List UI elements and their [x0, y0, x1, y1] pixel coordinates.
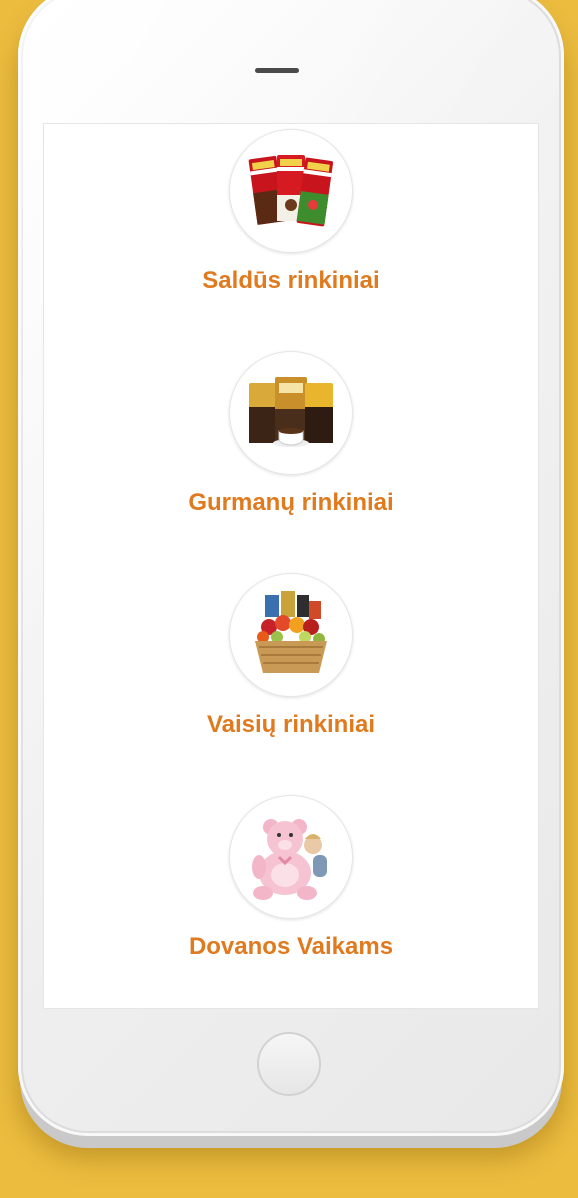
phone-screen: Saldūs rinkiniai Gurmanų rinkiniai Vaisi… — [43, 123, 539, 1009]
category-fruit-sets[interactable]: Vaisių rinkiniai — [43, 573, 539, 739]
coffee-packs-icon — [249, 377, 333, 447]
category-image-fruit[interactable] — [229, 573, 353, 697]
category-gourmet-sets[interactable]: Gurmanų rinkiniai — [43, 351, 539, 517]
category-image-kids[interactable] — [229, 795, 353, 919]
category-image-sweet[interactable] — [229, 129, 353, 253]
speaker-grille — [255, 68, 299, 73]
category-sweet-sets[interactable]: Saldūs rinkiniai — [43, 129, 539, 295]
category-image-gourmet[interactable] — [229, 351, 353, 475]
category-label[interactable]: Saldūs rinkiniai — [43, 267, 539, 295]
chocolate-bars-icon — [248, 155, 334, 227]
category-label[interactable]: Vaisių rinkiniai — [43, 711, 539, 739]
fruit-basket-icon — [255, 591, 327, 673]
phone-frame: Saldūs rinkiniai Gurmanų rinkiniai Vaisi… — [18, 0, 564, 1136]
home-button[interactable] — [257, 1032, 321, 1096]
category-label[interactable]: Dovanos Vaikams — [43, 933, 539, 961]
teddy-bear-icon — [252, 819, 327, 900]
category-label[interactable]: Gurmanų rinkiniai — [43, 489, 539, 517]
category-gifts-for-kids[interactable]: Dovanos Vaikams — [43, 795, 539, 961]
